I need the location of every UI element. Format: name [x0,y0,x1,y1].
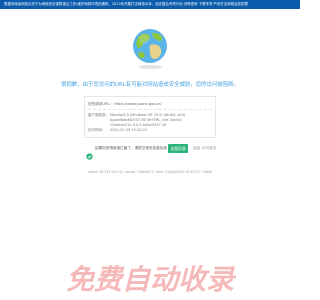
ticker-text: 根据河南省网信办关于为网络安全保障重点工作/维护网络环境的通知，2022年开展打… [4,2,248,6]
action-row: 如果您觉得被误拦截了，请提交相关信息给我们，我们会尽快处理 误报反馈 返回 访问… [86,144,216,160]
url-value: https://www.yuanz.gov.cn/ [114,102,162,106]
blocked-page: 根据河南省网信办关于为网络安全保障重点工作/维护网络环境的通知，2022年开展打… [0,0,300,300]
misjudge-text: 如果您觉得被误拦截了，请提交相关信息给我们，我们会尽快处理 [95,146,167,150]
time-label: 访问时间： [88,128,106,132]
time-value: 2024-07-29 15:42:21 [110,128,148,132]
client-info-value: Mozilla/5.0 (Windows NT 10.0; Win64; x64… [110,113,186,127]
globe-icon [130,27,170,70]
announcement-ticker: 根据河南省网信办关于为网络安全保障重点工作/维护网络环境的通知，2022年开展打… [0,0,300,9]
return-link[interactable]: 返回 [193,144,200,153]
check-circle-icon [86,145,93,164]
watermark-text: 免费自动收录 [66,263,237,296]
url-label: 您的请求URL： [88,102,114,106]
block-message: 很抱歉，由于您访问的URL有可能对网站造成安全威胁，您的访问被阻断。 [61,82,239,88]
client-info-label: 客户端信息： [88,113,109,117]
request-info-panel: 您的请求URL： https://www.yuanz.gov.cn/ 客户端信息… [84,96,216,138]
feedback-button[interactable]: 误报反馈 [168,144,188,153]
time-row: 访问时间： 2024-07-29 15:42:21 [88,128,214,133]
watermark-logo: 免费自动收录 [0,256,300,300]
client-info-row: 客户端信息： Mozilla/5.0 (Windows NT 10.0; Win… [88,113,214,128]
panel-divider [88,109,212,110]
url-row: 您的请求URL： https://www.yuanz.gov.cn/ [88,102,162,107]
request-id: client: 39.152.214.41, server: 35fe4d27,… [87,170,213,174]
home-link[interactable]: 访问首页 [202,144,216,153]
